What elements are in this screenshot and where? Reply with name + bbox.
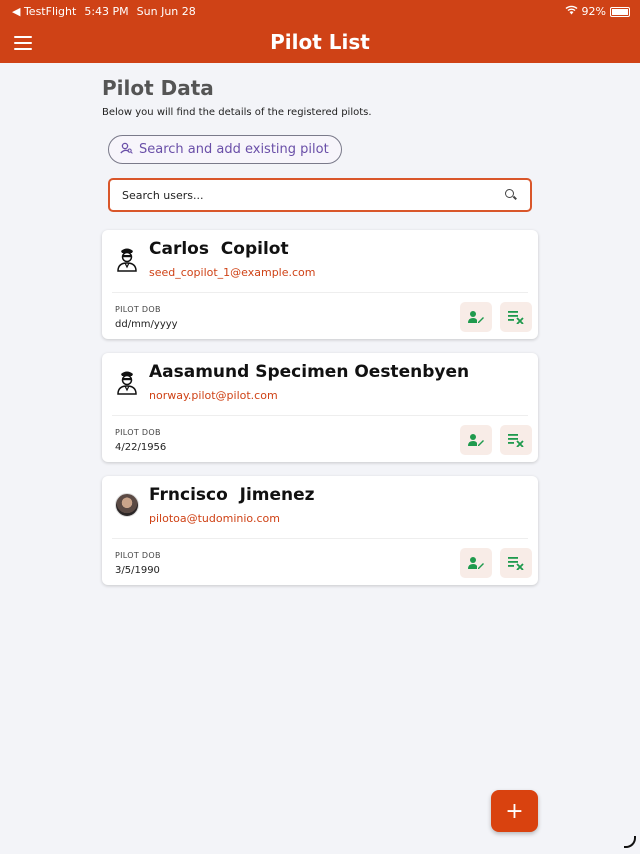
status-bar: ◀ TestFlight 5:43 PM Sun Jun 28 92% [0, 0, 640, 22]
pilot-email: pilotoa@tudominio.com [149, 512, 280, 525]
edit-person-icon [468, 557, 484, 569]
search-users-input[interactable] [122, 188, 504, 202]
card-divider [112, 292, 528, 293]
pilot-dob-value: 3/5/1990 [115, 565, 160, 576]
pilot-name: Carlos Copilot [149, 239, 289, 259]
status-date: Sun Jun 28 [136, 5, 196, 18]
pilot-dob-value: 4/22/1956 [115, 442, 167, 453]
back-to-app-link[interactable]: ◀ TestFlight [12, 5, 76, 18]
search-and-add-existing-pilot-button[interactable]: Search and add existing pilot [108, 135, 342, 164]
edit-pilot-button[interactable] [460, 548, 492, 578]
app-bar: Pilot List [0, 22, 640, 63]
add-pilot-fab[interactable]: + [491, 790, 538, 832]
remove-pilot-button[interactable] [500, 425, 532, 455]
edit-person-icon [468, 434, 484, 446]
search-icon[interactable] [504, 188, 518, 202]
loading-spinner-icon [624, 836, 636, 848]
pilot-dob-value: dd/mm/yyyy [115, 319, 178, 330]
remove-pilot-button[interactable] [500, 302, 532, 332]
pilot-name: Frncisco Jimenez [149, 485, 315, 505]
pilot-dob-label: PILOT DOB [115, 305, 161, 314]
pilot-dob-label: PILOT DOB [115, 551, 161, 560]
wifi-icon [565, 5, 578, 18]
edit-pilot-button[interactable] [460, 425, 492, 455]
pilot-icon [114, 369, 140, 395]
playlist-remove-icon [508, 434, 524, 447]
pilot-name: Aasamund Specimen Oestenbyen [149, 362, 470, 382]
page-title: Pilot Data [102, 76, 214, 100]
pilot-email: seed_copilot_1@example.com [149, 266, 316, 279]
card-divider [112, 415, 528, 416]
search-users-field[interactable] [108, 178, 532, 212]
app-bar-title: Pilot List [270, 30, 370, 54]
person-search-icon [120, 142, 133, 157]
battery-percent: 92% [581, 5, 606, 18]
playlist-remove-icon [508, 557, 524, 570]
pilot-email: norway.pilot@pilot.com [149, 389, 278, 402]
pilot-icon [114, 246, 140, 272]
pilot-photo-avatar [114, 492, 140, 518]
battery-icon [610, 6, 630, 17]
pilot-dob-label: PILOT DOB [115, 428, 161, 437]
playlist-remove-icon [508, 311, 524, 324]
pilot-card[interactable]: Frncisco Jimenez pilotoa@tudominio.com P… [102, 476, 538, 585]
edit-person-icon [468, 311, 484, 323]
add-existing-pilot-label: Search and add existing pilot [139, 142, 329, 157]
remove-pilot-button[interactable] [500, 548, 532, 578]
card-divider [112, 538, 528, 539]
edit-pilot-button[interactable] [460, 302, 492, 332]
pilot-card[interactable]: Carlos Copilot seed_copilot_1@example.co… [102, 230, 538, 339]
page-subtitle: Below you will find the details of the r… [102, 107, 372, 118]
status-time: 5:43 PM [84, 5, 129, 18]
pilot-card[interactable]: Aasamund Specimen Oestenbyen norway.pilo… [102, 353, 538, 462]
